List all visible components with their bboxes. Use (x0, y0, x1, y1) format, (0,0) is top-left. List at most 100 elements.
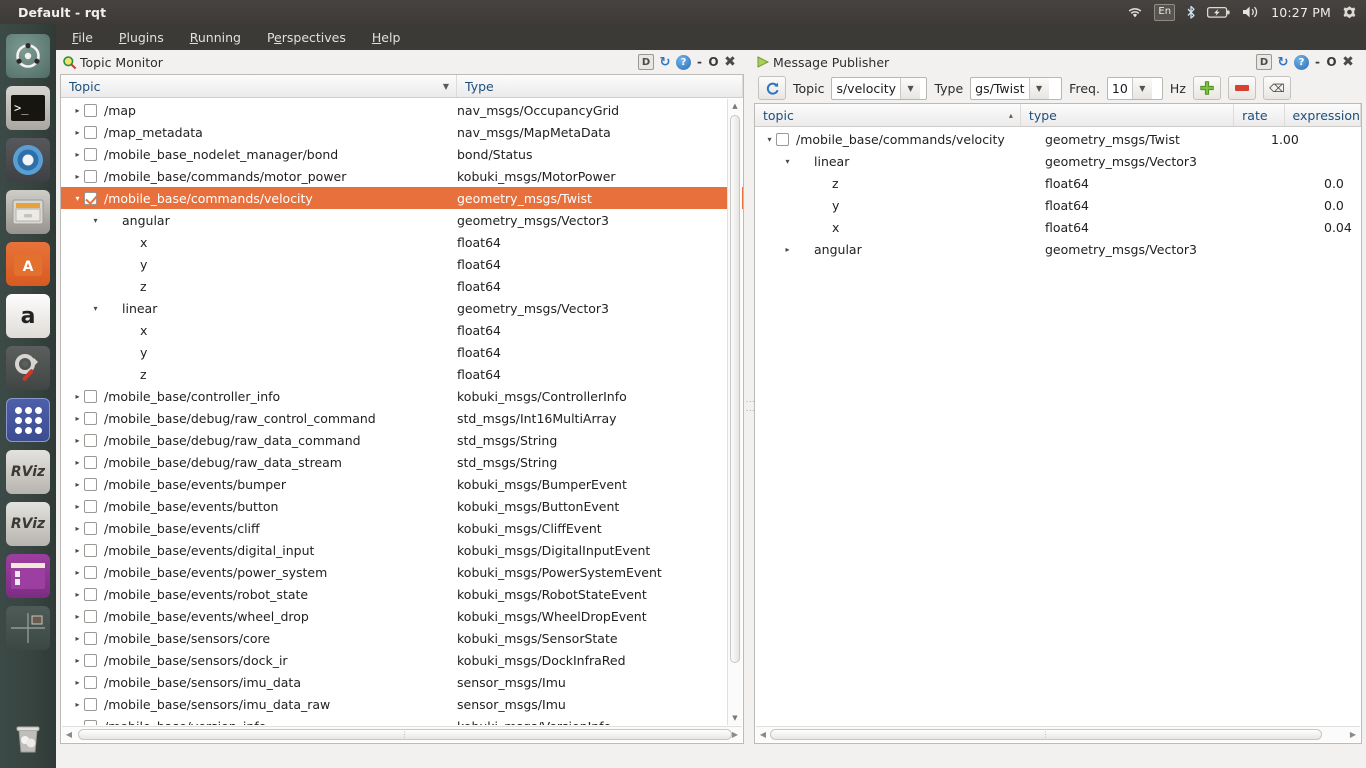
rviz-icon-2[interactable]: RViz (6, 502, 50, 546)
table-row[interactable]: ▸z float64 0.0 (755, 172, 1361, 194)
table-row[interactable]: ▸ /mobile_base/events/wheel_drop kobuki_ms… (61, 605, 743, 627)
scroll-left-icon[interactable]: ◀ (62, 727, 76, 742)
scroll-right-icon[interactable]: ▶ (1346, 727, 1360, 742)
dock-detach-button[interactable]: D (638, 54, 654, 70)
table-row[interactable]: ▸ /mobile_base/sensors/dock_ir kobuki_msgs… (61, 649, 743, 671)
expand-arrow-icon[interactable]: ▸ (71, 656, 84, 665)
dock-splitter[interactable]: ⋮⋮ (744, 50, 755, 762)
expand-arrow-icon[interactable]: ▾ (763, 135, 776, 144)
row-checkbox[interactable] (84, 697, 97, 711)
table-row[interactable]: ▸ /mobile_base/debug/raw_data_command std_… (61, 429, 743, 451)
table-row[interactable]: ▸ /mobile_base/sensors/core kobuki_msgs/Se… (61, 627, 743, 649)
row-checkbox[interactable] (84, 521, 97, 535)
table-row[interactable]: ▸ /mobile_base/events/robot_state kobuki_m… (61, 583, 743, 605)
apps-grid-icon[interactable] (6, 398, 50, 442)
row-checkbox[interactable] (84, 191, 97, 205)
expand-arrow-icon[interactable]: ▸ (71, 612, 84, 621)
topic-combobox[interactable]: s/velocity ▼ (831, 76, 928, 100)
table-row[interactable]: ▸yfloat64 (61, 253, 743, 275)
table-row[interactable]: ▸ /mobile_base/events/power_system kobuki_… (61, 561, 743, 583)
table-row[interactable]: ▸ /mobile_base/events/cliff kobuki_msgs/Cl… (61, 517, 743, 539)
table-row[interactable]: ▸ /mobile_base/debug/raw_control_command s… (61, 407, 743, 429)
row-checkbox[interactable] (84, 389, 97, 403)
expand-arrow-icon[interactable]: ▸ (71, 634, 84, 643)
table-row[interactable]: ▸x float64 0.04 (755, 216, 1361, 238)
row-checkbox[interactable] (84, 719, 97, 725)
cell-expression[interactable]: 0.0 (1316, 176, 1361, 191)
table-row[interactable]: ▾ linear geometry_msgs/Vector3 (755, 150, 1361, 172)
row-checkbox[interactable] (84, 103, 97, 117)
row-checkbox[interactable] (84, 653, 97, 667)
trash-icon[interactable] (6, 716, 50, 760)
wifi-icon[interactable] (1127, 6, 1143, 19)
row-checkbox[interactable] (84, 411, 97, 425)
menu-plugins[interactable]: Plugins (119, 30, 164, 45)
refresh-button[interactable] (758, 76, 786, 100)
menu-file[interactable]: File (72, 30, 93, 45)
expand-arrow-icon[interactable]: ▸ (71, 568, 84, 577)
keyboard-layout-indicator[interactable]: En (1154, 3, 1176, 21)
row-checkbox[interactable] (84, 169, 97, 183)
expand-arrow-icon[interactable]: ▸ (71, 106, 84, 115)
row-checkbox[interactable] (84, 499, 97, 513)
dock-close-button[interactable]: ✖ (722, 54, 738, 70)
expand-arrow-icon[interactable]: ▸ (71, 150, 84, 159)
terminal-icon[interactable]: >_ (6, 86, 50, 130)
table-row[interactable]: ▸xfloat64 (61, 231, 743, 253)
vscroll-thumb[interactable] (730, 115, 740, 663)
remove-publisher-button[interactable] (1227, 76, 1256, 100)
menu-help[interactable]: Help (372, 30, 401, 45)
row-checkbox[interactable] (84, 609, 97, 623)
row-checkbox[interactable] (84, 455, 97, 469)
table-row[interactable]: ▸ /mobile_base/version_info kobuki_msgs/Ve… (61, 715, 743, 725)
expand-arrow-icon[interactable]: ▸ (71, 458, 84, 467)
table-row[interactable]: ▸ /mobile_base/commands/motor_power kobuki… (61, 165, 743, 187)
table-row[interactable]: ▸xfloat64 (61, 319, 743, 341)
expand-arrow-icon[interactable]: ▸ (71, 392, 84, 401)
chromium-icon[interactable] (6, 138, 50, 182)
chevron-down-icon[interactable]: ▼ (900, 77, 921, 99)
ubuntu-software-icon[interactable]: A (6, 242, 50, 286)
column-header-pub-topic[interactable]: topic ▴ (755, 104, 1021, 126)
chevron-down-icon[interactable]: ▼ (1131, 77, 1152, 99)
hscroll-thumb[interactable]: ⋮ (770, 729, 1322, 740)
expand-arrow-icon[interactable]: ▸ (71, 546, 84, 555)
expand-arrow-icon[interactable]: ▸ (71, 436, 84, 445)
message-publisher-hscrollbar[interactable]: ◀ ⋮ ▶ (756, 726, 1360, 742)
expand-arrow-icon[interactable]: ▸ (781, 245, 794, 254)
table-row[interactable]: ▸ /map nav_msgs/OccupancyGrid (61, 99, 743, 121)
add-publisher-button[interactable] (1192, 76, 1221, 100)
row-checkbox[interactable] (84, 147, 97, 161)
type-combobox[interactable]: gs/Twist ▼ (970, 76, 1063, 100)
dock-detach-button[interactable]: D (1256, 54, 1272, 70)
cell-rate[interactable]: 1.00 (1263, 132, 1316, 147)
volume-icon[interactable] (1242, 5, 1260, 19)
column-header-pub-rate[interactable]: rate (1234, 104, 1285, 126)
scroll-left-icon[interactable]: ◀ (756, 727, 770, 742)
column-header-type[interactable]: Type (457, 75, 743, 97)
expand-arrow-icon[interactable]: ▾ (781, 157, 794, 166)
table-row[interactable]: ▸ angular geometry_msgs/Vector3 (755, 238, 1361, 260)
battery-icon[interactable] (1207, 6, 1231, 19)
column-header-topic[interactable]: Topic ▼ (61, 75, 457, 97)
hscroll-thumb[interactable]: ⋮ (78, 729, 732, 740)
table-row[interactable]: ▸zfloat64 (61, 275, 743, 297)
row-checkbox[interactable] (84, 543, 97, 557)
expand-arrow-icon[interactable]: ▸ (71, 502, 84, 511)
column-header-pub-expression[interactable]: expression (1285, 104, 1361, 126)
expand-arrow-icon[interactable]: ▸ (71, 414, 84, 423)
scroll-up-icon[interactable]: ▲ (728, 99, 742, 113)
chevron-down-icon[interactable]: ▼ (1028, 77, 1049, 99)
row-checkbox[interactable] (84, 565, 97, 579)
expand-arrow-icon[interactable]: ▸ (71, 722, 84, 726)
session-gear-icon[interactable] (1342, 5, 1357, 20)
table-row[interactable]: ▾ /mobile_base/commands/velocity geometry_… (755, 128, 1361, 150)
freq-combobox[interactable]: 10 ▼ (1106, 76, 1163, 100)
scroll-down-icon[interactable]: ▼ (728, 711, 742, 725)
dock-reload-button[interactable]: ↻ (657, 54, 673, 70)
expand-arrow-icon[interactable]: ▸ (71, 172, 84, 181)
rviz-icon-1[interactable]: RViz (6, 450, 50, 494)
dock-help-button[interactable]: ? (1294, 54, 1309, 70)
topic-monitor-hscrollbar[interactable]: ◀ ⋮ ▶ (62, 726, 742, 742)
expand-arrow-icon[interactable]: ▾ (71, 194, 84, 203)
